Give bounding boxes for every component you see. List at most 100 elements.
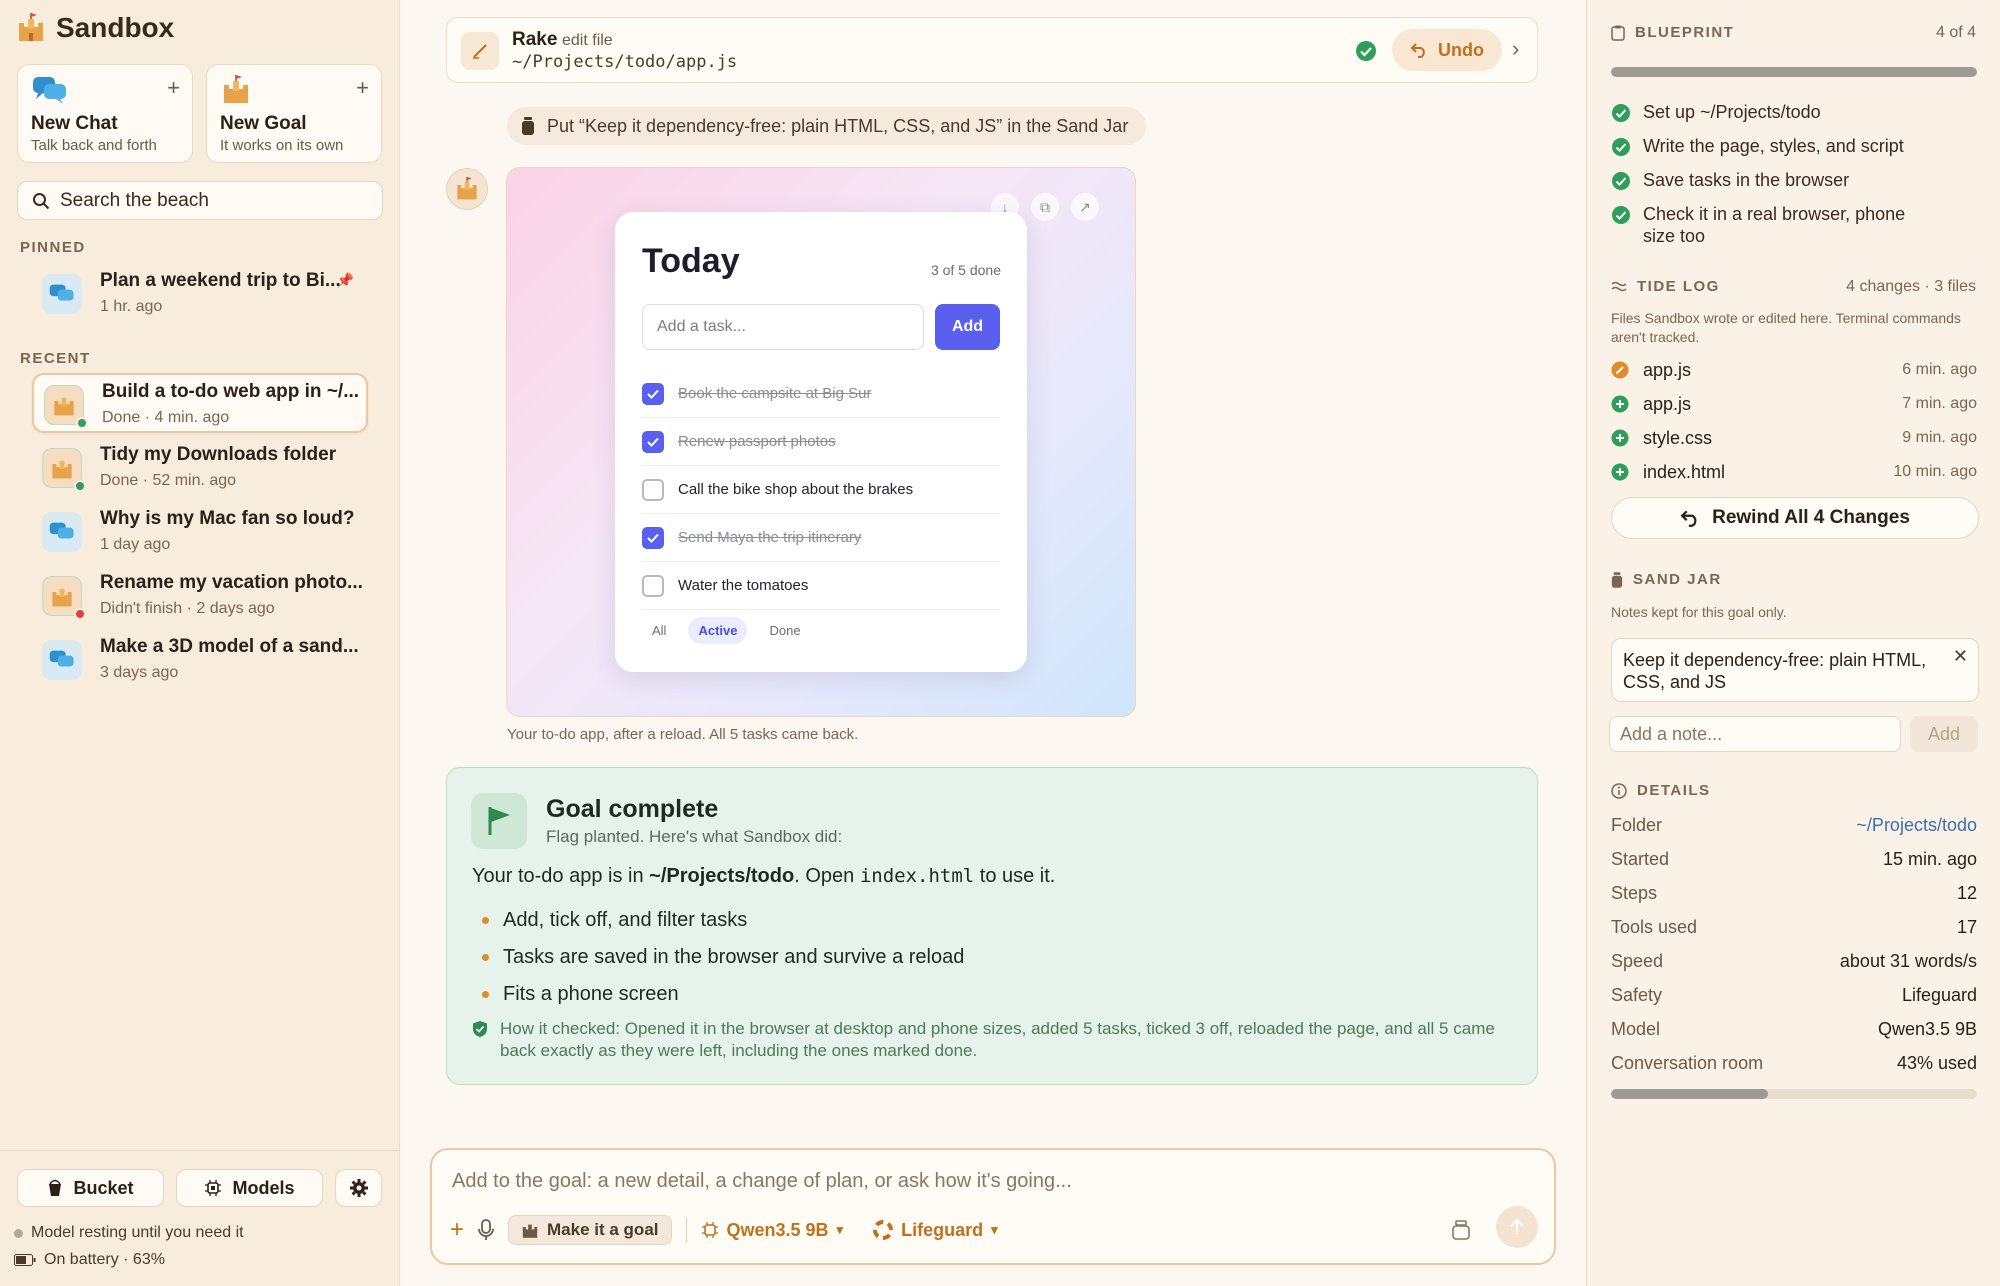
chip-icon bbox=[701, 1222, 718, 1238]
new-chat-title: New Chat bbox=[31, 113, 118, 134]
chat-bubbles-icon bbox=[49, 284, 74, 301]
detail-row-model: Model Qwen3.5 9B bbox=[1611, 1018, 1977, 1039]
battery-status: On battery · 63% bbox=[14, 1251, 165, 1269]
jar-icon bbox=[522, 117, 534, 135]
main-pane: Rake edit file ~/Projects/todo/app.js Un… bbox=[401, 0, 1585, 1286]
sand-jar-header: SAND JAR bbox=[1611, 571, 1722, 588]
tide-log-header: TIDE LOG bbox=[1611, 278, 1720, 295]
send-button[interactable] bbox=[1496, 1206, 1538, 1248]
status-dot-idle bbox=[14, 1228, 23, 1238]
tide-log-entry[interactable]: app.js 7 min. ago bbox=[1611, 390, 1977, 418]
blueprint-step: Set up ~/Projects/todo bbox=[1611, 101, 1981, 123]
sand-jar-item-text: Keep it dependency-free: plain HTML, CSS… bbox=[1623, 650, 1927, 692]
add-note-placeholder: Add a note... bbox=[1620, 723, 1723, 744]
add-note-input[interactable]: Add a note... bbox=[1609, 716, 1901, 752]
chevron-right-icon[interactable]: › bbox=[1512, 36, 1519, 62]
chat-bubbles-icon bbox=[49, 522, 74, 539]
sandcastle-icon bbox=[19, 13, 43, 41]
tide-log-entry[interactable]: style.css 9 min. ago bbox=[1611, 424, 1977, 452]
todo-task: Water the tomatoes bbox=[642, 562, 1000, 610]
model-status-text: Model resting until you need it bbox=[31, 1224, 244, 1241]
divider bbox=[685, 1217, 687, 1243]
chevron-down-icon: ▾ bbox=[836, 1222, 844, 1237]
make-goal-toggle[interactable]: Make it a goal bbox=[508, 1215, 672, 1245]
list-item: Fits a phone screen bbox=[472, 976, 964, 1013]
tide-log-meta: 4 changes · 3 files bbox=[1846, 278, 1976, 295]
new-chat-button[interactable]: + New Chat Talk back and forth bbox=[17, 64, 193, 163]
chat-avatar bbox=[42, 274, 82, 314]
models-button[interactable]: Models bbox=[176, 1169, 323, 1207]
bucket-icon bbox=[49, 1179, 62, 1196]
conversation-item[interactable]: Make a 3D model of a sand... 3 days ago bbox=[32, 630, 368, 690]
plus-icon[interactable]: + bbox=[450, 1216, 464, 1244]
rewind-all-button[interactable]: Rewind All 4 Changes bbox=[1611, 497, 1979, 539]
app-screenshot[interactable]: ↓ ⧉ ↗ Today 3 of 5 done Add a task... Ad… bbox=[506, 167, 1136, 717]
detail-row-started: Started 15 min. ago bbox=[1611, 848, 1977, 869]
waves-icon bbox=[1611, 281, 1627, 291]
goal-verification-text: How it checked: Opened it in the browser… bbox=[500, 1019, 1495, 1060]
plus-icon: + bbox=[356, 75, 369, 100]
sidebar-footer: Bucket Models Model resting until you ne… bbox=[0, 1150, 400, 1286]
sandcastle-icon bbox=[224, 75, 248, 103]
edit-badge-icon bbox=[1611, 361, 1629, 379]
gear-icon bbox=[349, 1179, 368, 1197]
conversation-item[interactable]: Rename my vacation photo... Didn't finis… bbox=[32, 566, 368, 626]
status-dot-done bbox=[74, 480, 86, 492]
progress-fill bbox=[1611, 67, 1977, 77]
tide-log-note: Files Sandbox wrote or edited here. Term… bbox=[1611, 310, 1961, 345]
detail-row-folder: Folder ~/Projects/todo bbox=[1611, 814, 1977, 836]
conversation-time: 1 day ago bbox=[100, 536, 171, 553]
conversation-title: Plan a weekend trip to Bi... bbox=[100, 270, 341, 291]
undo-button[interactable]: Undo bbox=[1392, 29, 1502, 71]
conversation-item[interactable]: Tidy my Downloads folder Done · 52 min. … bbox=[32, 438, 368, 498]
todo-task-label: Call the bike shop about the brakes bbox=[678, 481, 914, 498]
detail-row-tools: Tools used 17 bbox=[1611, 916, 1977, 937]
flag-icon bbox=[471, 793, 527, 849]
folder-link[interactable]: ~/Projects/todo bbox=[1856, 815, 1977, 836]
goal-inspector: BLUEPRINT 4 of 4 Set up ~/Projects/todo … bbox=[1586, 0, 2000, 1286]
filter-done: Done bbox=[769, 623, 801, 638]
goal-folder: ~/Projects/todo bbox=[649, 865, 795, 887]
microphone-icon[interactable] bbox=[478, 1219, 494, 1241]
search-input[interactable]: Search the beach bbox=[17, 181, 383, 220]
blueprint-step: Save tasks in the browser bbox=[1611, 169, 1981, 191]
settings-button[interactable] bbox=[335, 1169, 382, 1207]
blueprint-progress bbox=[1611, 67, 1977, 77]
sandcastle-icon bbox=[52, 460, 72, 479]
battery-icon bbox=[14, 1254, 36, 1266]
safety-selector[interactable]: Lifeguard ▾ bbox=[873, 1220, 998, 1241]
new-goal-button[interactable]: + New Goal It works on its own bbox=[206, 64, 382, 163]
detail-row-safety: Safety Lifeguard bbox=[1611, 984, 1977, 1005]
conversation-item[interactable]: Why is my Mac fan so loud? 1 day ago bbox=[32, 502, 368, 562]
todo-task: Renew passport photos bbox=[642, 418, 1000, 466]
jar-icon[interactable] bbox=[1450, 1219, 1472, 1241]
conversation-item-selected[interactable]: Build a to-do web app in ~/... Done · 4 … bbox=[32, 373, 368, 433]
sandcastle-icon bbox=[54, 397, 74, 416]
conversation-item[interactable]: Plan a weekend trip to Bi... 1 hr. ago 📌 bbox=[32, 264, 368, 324]
copy-icon[interactable]: ⧉ bbox=[1031, 193, 1059, 221]
add-note-button[interactable]: Add bbox=[1910, 716, 1978, 752]
tide-log-entry[interactable]: index.html 10 min. ago bbox=[1611, 458, 1977, 486]
model-selector[interactable]: Qwen3.5 9B ▾ bbox=[701, 1220, 844, 1241]
tide-log-entry[interactable]: app.js 6 min. ago bbox=[1611, 356, 1977, 384]
conversation-title: Why is my Mac fan so loud? bbox=[100, 508, 355, 529]
search-icon bbox=[33, 192, 50, 209]
close-icon[interactable]: ✕ bbox=[1953, 645, 1968, 667]
sand-jar-note-event: Put “Keep it dependency-free: plain HTML… bbox=[507, 107, 1147, 145]
app-name: Sandbox bbox=[56, 12, 175, 43]
composer-toolbar: + Make it a goal Qwen3.5 9B ▾ Lifeguard … bbox=[450, 1206, 1538, 1248]
sandcastle-icon bbox=[457, 177, 477, 200]
pinned-label: PINNED bbox=[20, 239, 86, 256]
sand-jar-note-text: Put “Keep it dependency-free: plain HTML… bbox=[547, 115, 1129, 136]
conversation-title: Make a 3D model of a sand... bbox=[100, 636, 359, 657]
chat-bubbles-icon bbox=[49, 650, 74, 667]
status-dot-failed bbox=[74, 608, 86, 620]
make-goal-label: Make it a goal bbox=[547, 1220, 659, 1239]
todo-task-label: Renew passport photos bbox=[678, 433, 836, 450]
open-external-icon[interactable]: ↗ bbox=[1071, 193, 1099, 221]
bucket-button[interactable]: Bucket bbox=[17, 1169, 164, 1207]
conversation-status: Didn't finish · 2 days ago bbox=[100, 600, 275, 617]
sand-jar-item: Keep it dependency-free: plain HTML, CSS… bbox=[1611, 638, 1979, 702]
goal-bullets: Add, tick off, and filter tasks Tasks ar… bbox=[472, 902, 964, 1013]
composer[interactable]: Add to the goal: a new detail, a change … bbox=[430, 1148, 1556, 1265]
